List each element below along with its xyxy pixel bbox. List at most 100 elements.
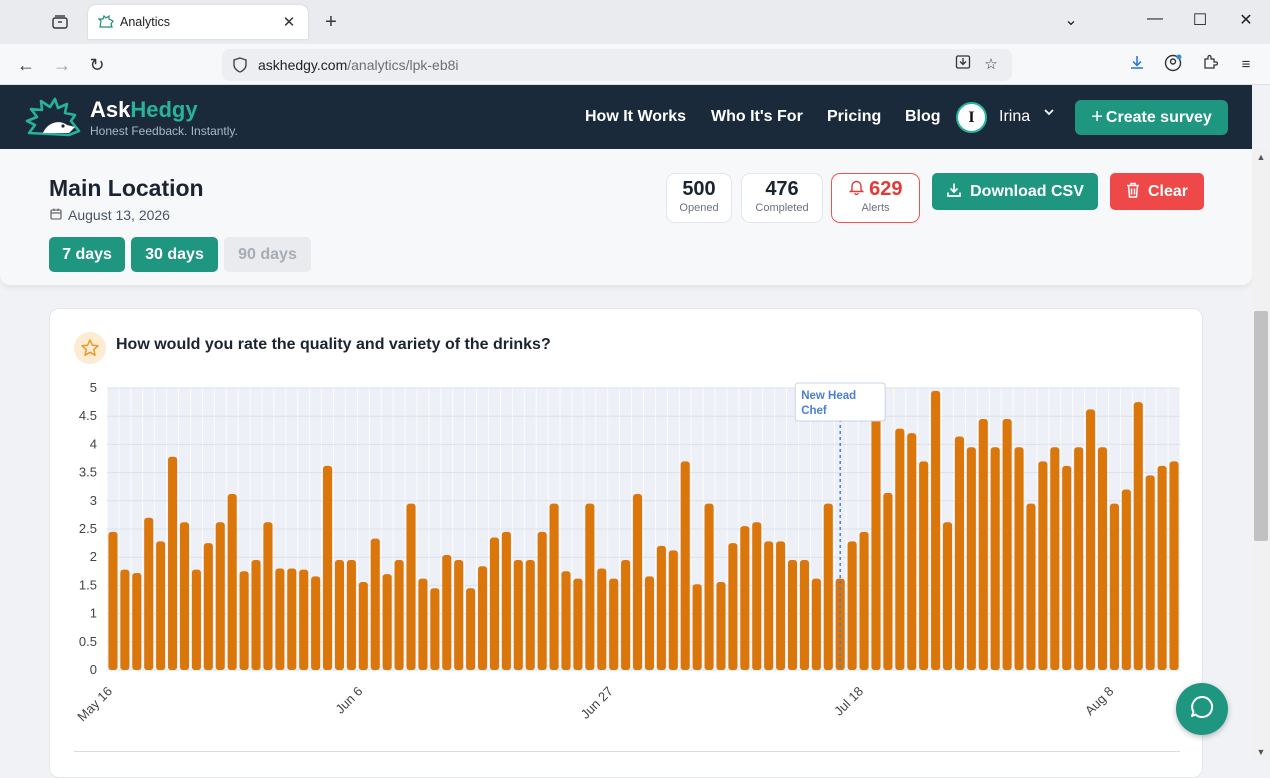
back-icon[interactable]: ← [14, 53, 38, 77]
range-90-days-button[interactable]: 90 days [224, 237, 311, 272]
bar [966, 447, 976, 670]
user-avatar[interactable]: I [956, 102, 987, 133]
bar [251, 560, 261, 670]
y-tick-label: 5 [90, 380, 97, 395]
stat-completed-value: 476 [765, 178, 799, 200]
user-name[interactable]: Irina [999, 108, 1030, 126]
bar [406, 503, 416, 670]
tab-close-icon[interactable]: ✕ [280, 13, 298, 31]
bar [907, 433, 917, 670]
report-date-text: August 13, 2026 [68, 207, 170, 223]
bar [644, 576, 654, 670]
y-tick-label: 1.5 [79, 577, 97, 592]
new-tab-icon[interactable]: + [320, 11, 342, 34]
bookmark-star-icon[interactable]: ☆ [980, 54, 1002, 76]
reload-icon[interactable]: ↻ [85, 53, 109, 77]
forward-icon[interactable]: → [50, 53, 74, 77]
scroll-thumb[interactable] [1254, 311, 1268, 541]
range-30-days-button[interactable]: 30 days [131, 237, 218, 272]
bar [454, 560, 464, 670]
brand-tagline: Honest Feedback. Instantly. [90, 124, 238, 138]
bar [656, 545, 666, 670]
bar [346, 560, 356, 670]
bar [1097, 447, 1108, 670]
bar [764, 541, 774, 670]
tab-menu-chevron-icon[interactable]: ⌄ [1051, 10, 1091, 30]
stat-opened-value: 500 [682, 178, 716, 200]
bar [692, 584, 702, 670]
page-scrollbar[interactable]: ▲ ▼ [1252, 149, 1270, 760]
tab-list-icon[interactable] [49, 12, 71, 32]
bar [466, 588, 476, 670]
bar [585, 503, 595, 670]
bar [442, 554, 452, 670]
x-tick-label: Jul 18 [831, 684, 866, 719]
bar [263, 522, 273, 670]
bar [561, 571, 571, 670]
bar [537, 531, 547, 670]
card-divider [74, 751, 1180, 752]
x-tick-label: Aug 8 [1082, 684, 1117, 719]
bar [311, 576, 321, 670]
close-window-icon[interactable]: ✕ [1226, 10, 1266, 30]
url-host: askhedgy.com [258, 57, 348, 73]
scroll-down-icon[interactable]: ▼ [1252, 744, 1270, 760]
user-menu-chevron-icon[interactable] [1043, 105, 1055, 121]
bar [358, 582, 368, 670]
bar [394, 560, 404, 670]
url-text[interactable]: askhedgy.com/analytics/lpk-eb8i [258, 57, 946, 73]
bar [919, 461, 929, 670]
bar [513, 560, 523, 670]
minimize-icon[interactable]: — [1135, 10, 1175, 28]
site-info-icon[interactable] [232, 57, 248, 73]
nav-how-it-works[interactable]: How It Works [585, 108, 686, 126]
nav-pricing[interactable]: Pricing [827, 108, 881, 126]
bar [859, 531, 869, 670]
install-app-icon[interactable] [952, 54, 974, 76]
nav-blog[interactable]: Blog [905, 108, 941, 126]
stat-alerts[interactable]: 629 Alerts [831, 173, 920, 223]
chat-button[interactable] [1176, 683, 1228, 735]
bar [1014, 447, 1024, 670]
bar [489, 537, 500, 670]
bar [525, 560, 535, 670]
downloads-icon[interactable] [1125, 54, 1149, 76]
stat-opened: 500 Opened [666, 173, 732, 223]
browser-tabbar: Analytics ✕ + ⌄ — ☐ ✕ [0, 0, 1270, 44]
maximize-icon[interactable]: ☐ [1180, 10, 1220, 30]
app-header: AskHedgy Honest Feedback. Instantly. How… [0, 85, 1252, 149]
download-csv-button[interactable]: Download CSV [932, 173, 1098, 210]
address-bar[interactable]: askhedgy.com/analytics/lpk-eb8i ☆ [222, 49, 1012, 81]
bar [776, 541, 786, 670]
create-survey-button[interactable]: + Create survey [1075, 100, 1228, 135]
y-tick-label: 2.5 [79, 521, 97, 536]
brand-name[interactable]: AskHedgy [90, 97, 198, 123]
account-icon[interactable] [1161, 54, 1185, 76]
annotation-label: Chef [801, 405, 827, 417]
bar [191, 569, 201, 670]
bar [668, 550, 678, 670]
scroll-up-icon[interactable]: ▲ [1252, 149, 1270, 165]
bar [1062, 465, 1072, 670]
hedgehog-logo-icon[interactable] [25, 97, 81, 139]
bar [609, 578, 619, 670]
menu-icon[interactable]: ≡ [1234, 54, 1258, 76]
bar [287, 568, 297, 670]
extensions-icon[interactable] [1198, 54, 1222, 76]
chat-bubble-icon [1189, 694, 1215, 725]
browser-tab[interactable]: Analytics ✕ [88, 5, 308, 39]
question-chart-card: How would you rate the quality and varie… [49, 308, 1203, 778]
bar [227, 494, 237, 670]
bar [1169, 461, 1179, 670]
clear-button[interactable]: Clear [1110, 173, 1204, 210]
bar [1074, 447, 1084, 670]
nav-who-its-for[interactable]: Who It's For [711, 108, 803, 126]
x-tick-label: May 16 [74, 684, 115, 725]
bar [931, 390, 941, 670]
bar [740, 526, 750, 670]
bar [680, 461, 690, 670]
range-7-days-button[interactable]: 7 days [49, 237, 125, 272]
bar [179, 522, 190, 670]
download-csv-label: Download CSV [970, 182, 1084, 200]
bar [1133, 402, 1143, 670]
